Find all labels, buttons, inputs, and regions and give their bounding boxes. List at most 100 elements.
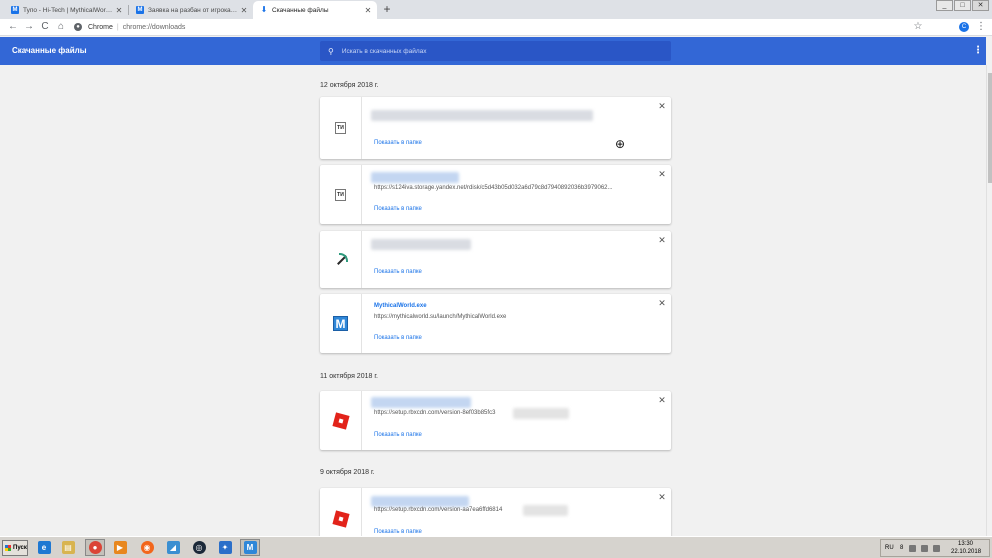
- remove-download-icon[interactable]: ✕: [657, 101, 667, 111]
- file-name[interactable]: [371, 397, 471, 408]
- download-item: M MythicalWorld.exe https://mythicalworl…: [320, 294, 671, 353]
- file-icon-column: ТИ: [320, 165, 362, 224]
- file-icon-column: [320, 391, 362, 450]
- download-item: Показать в папке ✕: [320, 231, 671, 288]
- tab-title: Скачанные файлы: [272, 6, 329, 14]
- file-name[interactable]: [371, 496, 469, 507]
- file-name-link[interactable]: MythicalWorld.exe: [374, 303, 427, 309]
- tab-title: Заявка на разбан от игрока Ig_So: [148, 6, 238, 14]
- tray-volume-icon[interactable]: [933, 545, 940, 552]
- maximize-button[interactable]: □: [954, 0, 971, 11]
- downloads-menu-icon[interactable]: ⋮: [973, 45, 983, 56]
- tab-close-icon[interactable]: ✕: [238, 6, 250, 15]
- document-icon: ТИ: [335, 188, 346, 201]
- zoom-cursor-icon: ⊕: [615, 137, 626, 151]
- forward-button[interactable]: →: [23, 21, 35, 33]
- chrome-menu-icon[interactable]: ⋮: [975, 21, 987, 33]
- file-icon-column: [320, 231, 362, 288]
- tab-close-icon[interactable]: ✕: [362, 6, 374, 15]
- file-icon-column: ТИ: [320, 97, 362, 159]
- show-in-folder-link[interactable]: Показать в папке: [374, 140, 422, 146]
- new-tab-button[interactable]: +: [380, 2, 394, 16]
- page-title: Скачанные файлы: [12, 46, 87, 55]
- taskbar-steam-icon[interactable]: ◎: [189, 539, 209, 556]
- tab-mythicalworld-forum[interactable]: M Тупо - Hi-Tech | MythicalWorld - Фо ✕: [4, 1, 128, 19]
- file-name[interactable]: [371, 172, 459, 183]
- show-in-folder-link[interactable]: Показать в папке: [374, 269, 422, 275]
- page-scrollbar[interactable]: [986, 65, 992, 536]
- address-scheme-label: Chrome: [88, 23, 113, 31]
- remove-download-icon[interactable]: ✕: [657, 492, 667, 502]
- download-item: ТИ https://s124iva.storage.yandex.net/rd…: [320, 165, 671, 224]
- download-source-url: https://setup.rbxcdn.com/version-aa7ea6f…: [374, 507, 503, 513]
- remove-download-icon[interactable]: ✕: [657, 298, 667, 308]
- start-button[interactable]: Пуск: [2, 540, 28, 556]
- remove-download-icon[interactable]: ✕: [657, 169, 667, 179]
- minimize-button[interactable]: _: [936, 0, 953, 11]
- browser-toolbar: ← → C ⌂ ● Chrome | chrome://downloads ☆ …: [0, 19, 992, 36]
- download-icon: ⬇: [260, 5, 268, 14]
- downloads-list: 12 октября 2018 г. ТИ Показать в папке ✕…: [0, 65, 986, 536]
- windows-taskbar: Пуск e ▤ ● ▶ ◉ ◢ ◎ ✦ M RU 8 13:30 22.10.…: [0, 536, 992, 558]
- taskbar-sword-icon[interactable]: ✦: [215, 539, 235, 556]
- address-bar[interactable]: ● Chrome | chrome://downloads: [74, 20, 934, 34]
- file-name: [371, 110, 593, 121]
- start-label: Пуск: [13, 545, 27, 551]
- tray-network-icon[interactable]: [921, 545, 928, 552]
- reload-button[interactable]: C: [39, 21, 51, 33]
- download-source-url: https://s124iva.storage.yandex.net/rdisk…: [374, 185, 613, 191]
- date-header: 12 октября 2018 г.: [320, 82, 379, 89]
- taskbar-app-blue-icon[interactable]: ◢: [163, 539, 183, 556]
- download-item: https://setup.rbxcdn.com/version-aa7ea6f…: [320, 488, 671, 536]
- taskbar-mythicalworld-icon[interactable]: M: [240, 539, 260, 556]
- clock-date[interactable]: 22.10.2018: [951, 549, 981, 555]
- file-name: [371, 239, 471, 250]
- remove-download-icon[interactable]: ✕: [657, 395, 667, 405]
- taskbar-chrome-icon[interactable]: ●: [85, 539, 105, 556]
- search-icon[interactable]: ⚲: [328, 47, 334, 56]
- downloads-header: Скачанные файлы ⚲ ⋮: [0, 37, 986, 65]
- clock-time[interactable]: 13:30: [958, 541, 973, 547]
- home-button[interactable]: ⌂: [55, 21, 67, 33]
- show-in-folder-link[interactable]: Показать в папке: [374, 432, 422, 438]
- pickaxe-icon: [334, 252, 348, 267]
- profile-avatar[interactable]: C: [959, 22, 969, 32]
- document-icon: ТИ: [335, 122, 346, 134]
- tab-close-icon[interactable]: ✕: [113, 6, 125, 15]
- bookmark-star-icon[interactable]: ☆: [912, 21, 924, 33]
- redacted-url-tail: [513, 408, 569, 419]
- address-url[interactable]: chrome://downloads: [123, 24, 186, 31]
- file-icon-column: M: [320, 294, 362, 353]
- downloads-search[interactable]: ⚲: [320, 41, 671, 61]
- download-item: https://setup.rbxcdn.com/version-8ef03b8…: [320, 391, 671, 450]
- roblox-icon: [331, 411, 350, 430]
- tab-unban-request[interactable]: M Заявка на разбан от игрока Ig_So ✕: [129, 1, 253, 19]
- address-divider: |: [116, 23, 119, 31]
- taskbar-origin-icon[interactable]: ◉: [137, 539, 157, 556]
- show-in-folder-link[interactable]: Показать в папке: [374, 529, 422, 535]
- mythicalworld-favicon: M: [11, 6, 19, 14]
- close-window-button[interactable]: ✕: [972, 0, 989, 11]
- file-icon-column: [320, 488, 362, 536]
- date-header: 11 октября 2018 г.: [320, 373, 378, 380]
- back-button[interactable]: ←: [7, 21, 19, 33]
- mythicalworld-favicon: M: [136, 6, 144, 14]
- search-input[interactable]: [341, 47, 642, 55]
- tray-app-icon[interactable]: [909, 545, 916, 552]
- taskbar-ie-icon[interactable]: e: [34, 539, 54, 556]
- show-in-folder-link[interactable]: Показать в папке: [374, 335, 422, 341]
- language-indicator[interactable]: RU: [885, 545, 894, 551]
- taskbar-media-icon[interactable]: ▶: [110, 539, 130, 556]
- chrome-page-icon[interactable]: ●: [74, 23, 82, 31]
- download-source-url: https://mythicalworld.su/launch/Mythical…: [374, 314, 507, 320]
- tab-downloads[interactable]: ⬇ Скачанные файлы ✕: [253, 1, 377, 19]
- roblox-icon: [331, 510, 350, 528]
- scrollbar-thumb[interactable]: [988, 73, 992, 183]
- tray-counter: 8: [900, 545, 904, 551]
- mythicalworld-icon: M: [333, 316, 348, 331]
- system-tray: RU 8 13:30 22.10.2018: [880, 539, 990, 557]
- remove-download-icon[interactable]: ✕: [657, 235, 667, 245]
- show-in-folder-link[interactable]: Показать в папке: [374, 206, 422, 212]
- taskbar-explorer-icon[interactable]: ▤: [58, 539, 78, 556]
- download-source-url: https://setup.rbxcdn.com/version-8ef03b8…: [374, 410, 496, 416]
